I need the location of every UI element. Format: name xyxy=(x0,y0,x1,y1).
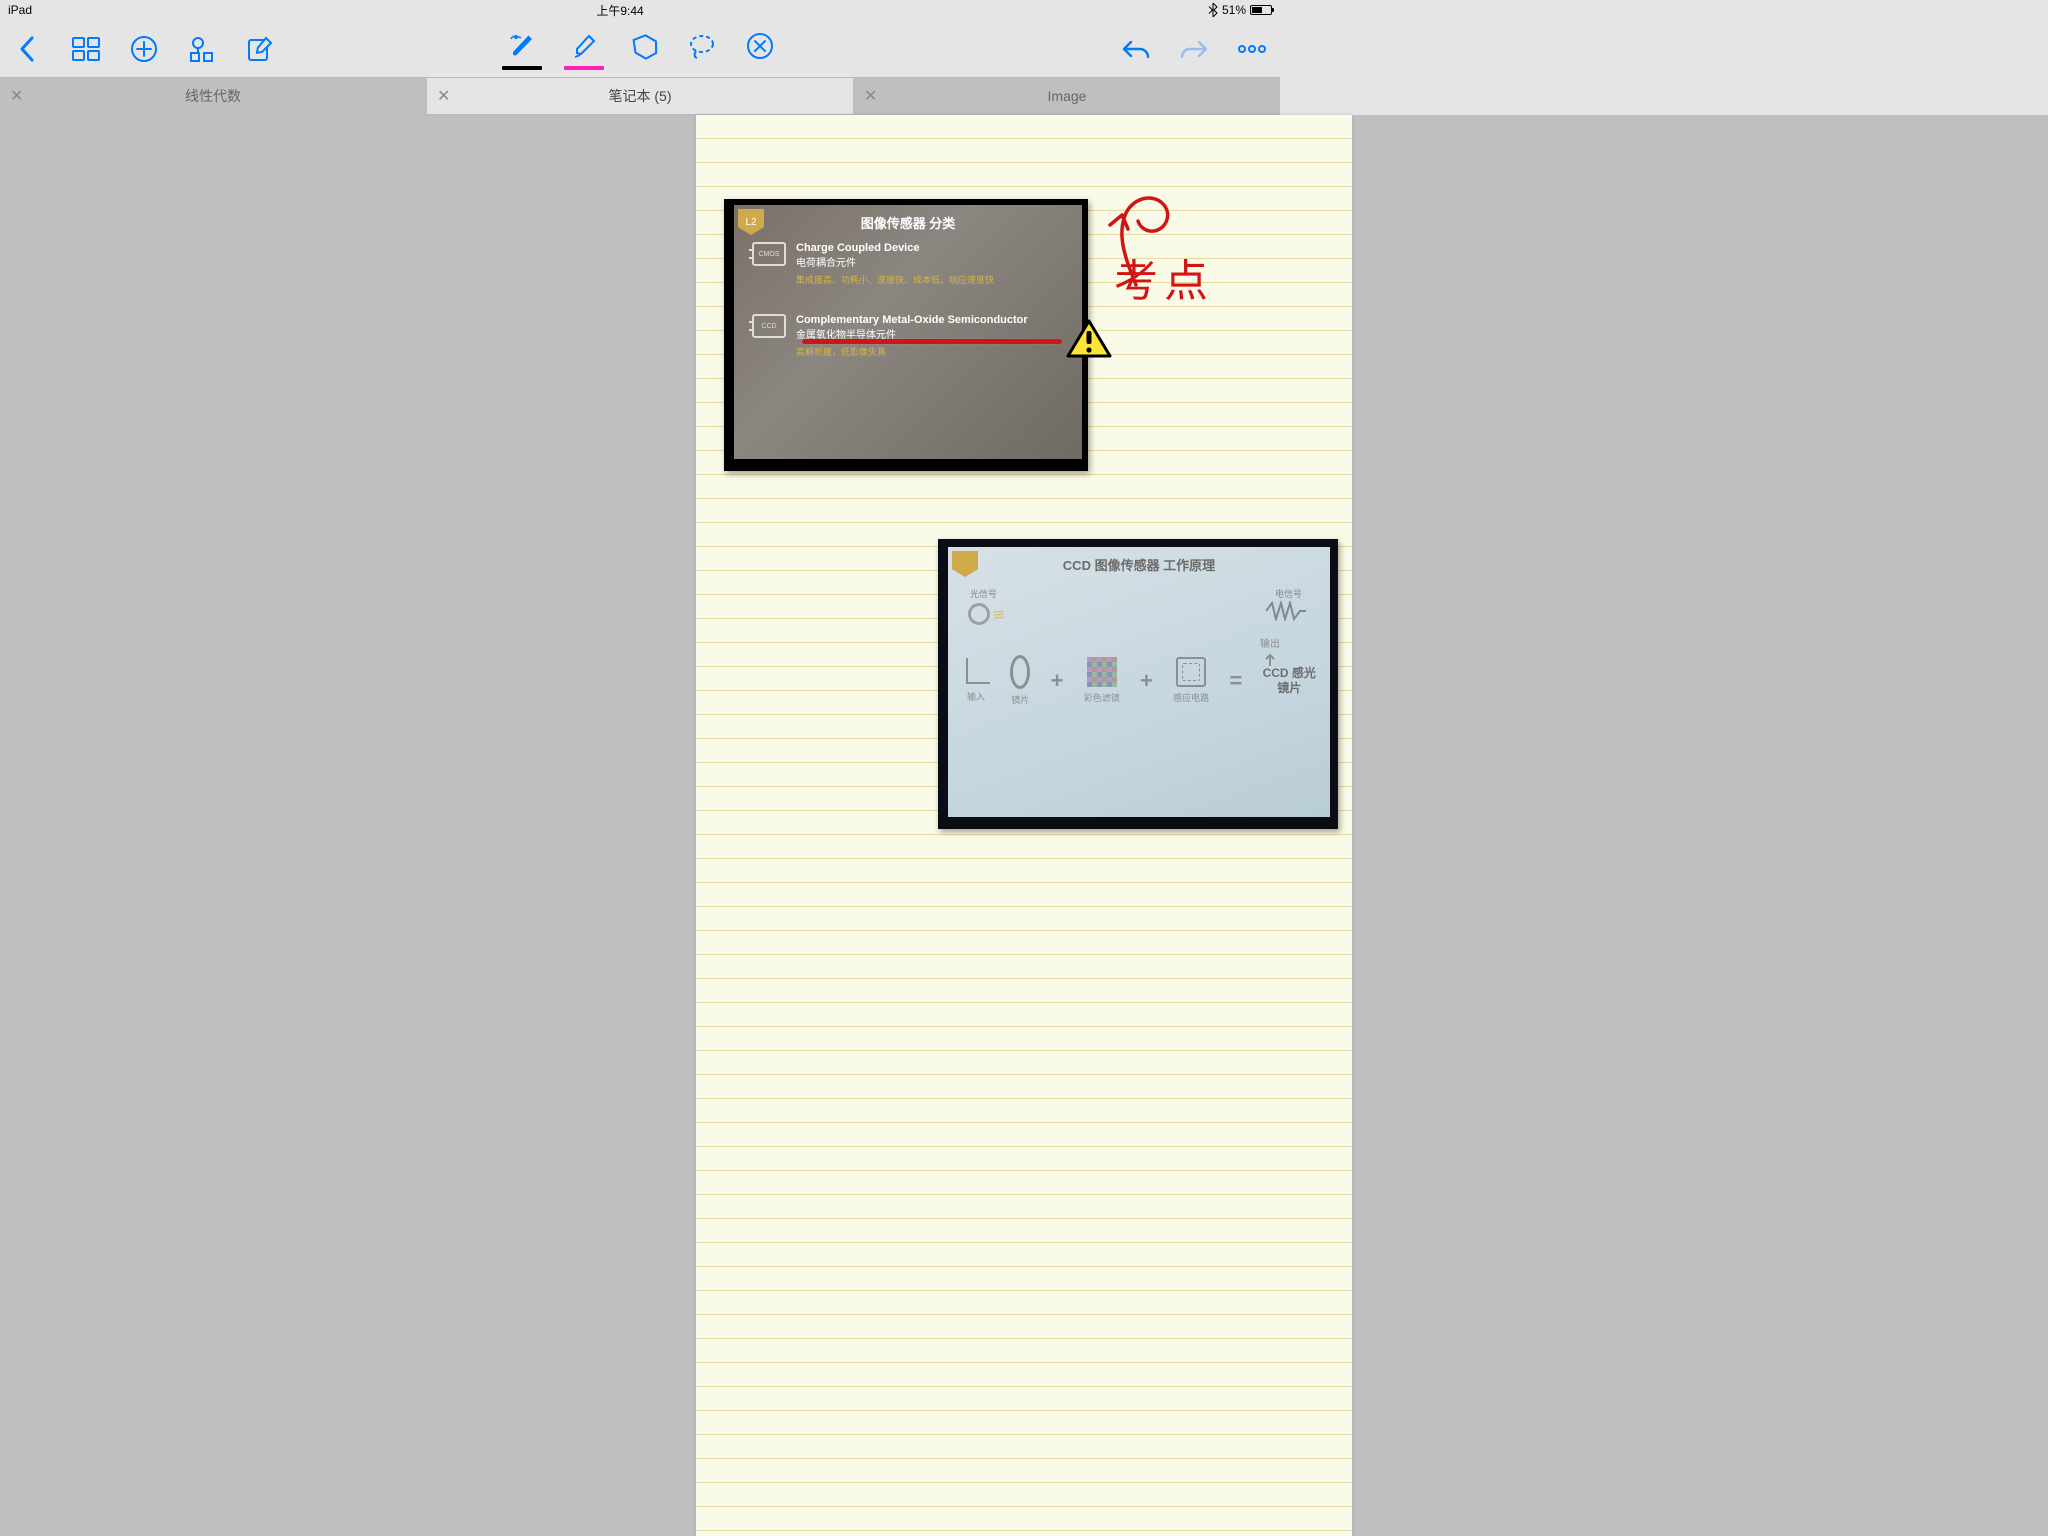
bluetooth-icon xyxy=(1208,3,1218,17)
handwritten-note: 考点 xyxy=(1114,245,1214,309)
light-rays-icon: ≋ xyxy=(991,604,1007,626)
slide1-item1-feature: 集成度高、功耗小、速度快、成本低，响应速度快 xyxy=(734,269,1082,286)
tab-label: 笔记本 (5) xyxy=(427,86,853,106)
circuit-icon xyxy=(1176,657,1206,687)
tab-linear-algebra[interactable]: ✕ 线性代数 xyxy=(0,78,427,114)
highlighter-tool[interactable] xyxy=(566,28,602,64)
warning-triangle-icon xyxy=(1066,319,1112,359)
close-icon[interactable]: ✕ xyxy=(864,86,877,106)
circuit-label: 感应电路 xyxy=(1173,691,1209,704)
app-toolbar xyxy=(0,20,1280,77)
add-button[interactable] xyxy=(126,31,162,67)
undo-button[interactable] xyxy=(1118,31,1154,67)
notebook-page[interactable]: 考点 L2 图像传感器 分类 CMOS Charge Coupled Devic… xyxy=(696,115,1352,1536)
signal-wave-icon xyxy=(1266,601,1306,621)
ccd-label: CCD 感光镜片 xyxy=(1263,666,1316,695)
eraser-tool[interactable] xyxy=(626,28,662,64)
highlighter-color-swatch[interactable] xyxy=(564,66,604,70)
slide1: L2 图像传感器 分类 CMOS Charge Coupled Device 电… xyxy=(734,205,1082,459)
light-circle-icon xyxy=(968,603,990,625)
color-filter-icon xyxy=(1087,657,1117,687)
tab-label: Image xyxy=(854,88,1280,104)
lens-label: 镜片 xyxy=(1011,693,1029,706)
slide2-title: CCD 图像传感器 工作原理 xyxy=(948,547,1330,574)
canvas-area[interactable]: 考点 L2 图像传感器 分类 CMOS Charge Coupled Devic… xyxy=(0,115,2048,1536)
axis-icon xyxy=(962,658,990,686)
plus-icon: + xyxy=(1140,668,1153,694)
slide2: CCD 图像传感器 工作原理 光信号 ≋ 电信号 输出 输入 xyxy=(948,547,1330,817)
red-underline-annotation xyxy=(802,339,1062,344)
more-button[interactable] xyxy=(1234,31,1270,67)
tab-notebook-5[interactable]: ✕ 笔记本 (5) xyxy=(427,78,854,114)
clock: 上午9:44 xyxy=(32,2,1208,19)
equals-icon: = xyxy=(1229,668,1242,694)
chip-icon: CCD xyxy=(752,314,786,338)
embedded-photo-1[interactable]: L2 图像传感器 分类 CMOS Charge Coupled Device 电… xyxy=(724,199,1088,471)
slide1-item2-en: Complementary Metal-Oxide Semiconductor xyxy=(796,314,1028,326)
filter-label: 彩色滤镜 xyxy=(1084,691,1120,704)
embedded-photo-2[interactable]: CCD 图像传感器 工作原理 光信号 ≋ 电信号 输出 输入 xyxy=(938,539,1338,829)
grid-button[interactable] xyxy=(68,31,104,67)
clear-tool[interactable] xyxy=(742,28,778,64)
slide2-top-left: 光信号 xyxy=(970,587,997,600)
redo-button[interactable] xyxy=(1176,31,1212,67)
close-icon[interactable]: ✕ xyxy=(10,86,23,106)
tab-bar: ✕ 线性代数 ✕ 笔记本 (5) ✕ Image xyxy=(0,77,1280,115)
slide1-item1-en: Charge Coupled Device xyxy=(796,242,919,254)
battery-icon xyxy=(1250,5,1272,15)
pen-color-swatch[interactable] xyxy=(502,66,542,70)
tab-image[interactable]: ✕ Image xyxy=(854,78,1280,114)
lens-icon xyxy=(1010,655,1030,689)
tab-label: 线性代数 xyxy=(0,86,426,106)
battery-percent: 51% xyxy=(1222,3,1246,17)
chip-icon: CMOS xyxy=(752,242,786,266)
lasso-tool[interactable] xyxy=(684,28,720,64)
status-bar: iPad 上午9:44 51% xyxy=(0,0,1280,20)
compose-button[interactable] xyxy=(242,31,278,67)
input-label: 输入 xyxy=(967,690,985,703)
slide1-item1-cn: 电荷耦合元件 xyxy=(796,254,919,269)
slide1-title: 图像传感器 分类 xyxy=(734,205,1082,232)
back-button[interactable] xyxy=(10,31,46,67)
pen-tool[interactable] xyxy=(504,28,540,64)
shapes-button[interactable] xyxy=(184,31,220,67)
device-label: iPad xyxy=(8,3,32,17)
close-icon[interactable]: ✕ xyxy=(437,86,450,106)
plus-icon: + xyxy=(1051,668,1064,694)
slide2-top-right: 电信号 xyxy=(1275,587,1302,600)
